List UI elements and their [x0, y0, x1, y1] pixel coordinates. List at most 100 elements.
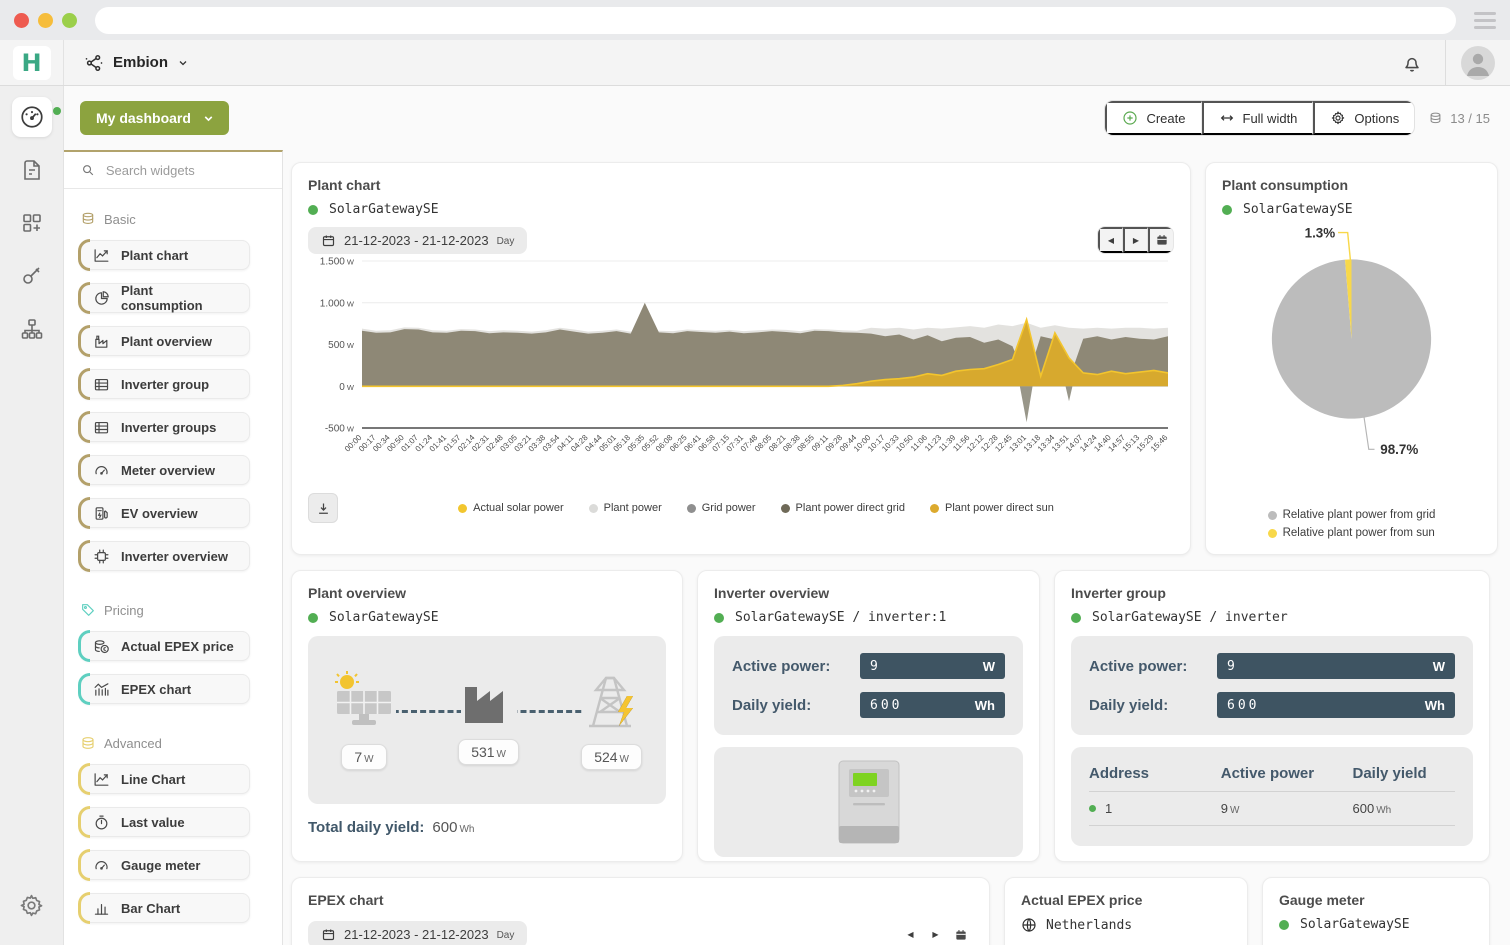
widget-item-ev-overview[interactable]: EV overview — [80, 498, 250, 528]
calendar-filled-icon — [954, 928, 968, 942]
active-indicator-dot — [53, 107, 61, 115]
legend-item-actual-solar-power[interactable]: Actual solar power — [458, 502, 564, 514]
nav-settings[interactable] — [12, 885, 52, 925]
legend-item[interactable]: Relative plant power from grid — [1268, 509, 1436, 521]
gear-icon — [1330, 110, 1346, 126]
nav-dashboard[interactable] — [12, 97, 52, 137]
widget-item-plant-chart[interactable]: Plant chart — [80, 240, 250, 270]
col-header-daily-yield: Daily yield — [1353, 759, 1456, 792]
legend-dot — [930, 504, 939, 513]
chart-nav: ◀ ▶ — [1097, 226, 1174, 254]
widget-title: Gauge meter — [1279, 892, 1473, 908]
grid-icon — [20, 211, 44, 235]
widget-plant-chart: Plant chart SolarGatewaySE — [291, 162, 1191, 555]
next-period-button[interactable]: ▶ — [1123, 227, 1148, 253]
calendar-button[interactable] — [948, 922, 973, 945]
widget-inverter-group: Inverter group SolarGatewaySE / inverter… — [1054, 570, 1490, 862]
create-button[interactable]: Create — [1105, 101, 1201, 135]
app-logo[interactable]: H — [13, 46, 51, 80]
nav-access-keys[interactable] — [12, 256, 52, 296]
device-name: SolarGatewaySE — [1243, 202, 1353, 217]
pie-legend: Relative plant power from grid Relative … — [1268, 509, 1436, 539]
solar-panel-icon — [332, 670, 396, 730]
widget-item-bar-chart[interactable]: Bar Chart — [80, 893, 250, 923]
toolbar-actions: Create Full width — [1104, 100, 1415, 136]
legend-dot — [1268, 511, 1277, 520]
notifications-button[interactable] — [1379, 52, 1445, 74]
browser-menu-icon[interactable] — [1474, 12, 1496, 29]
zoom-button[interactable] — [62, 13, 77, 28]
database-icon — [80, 735, 96, 751]
device-name: SolarGatewaySE — [1300, 917, 1410, 932]
next-period-button[interactable]: ▶ — [923, 922, 948, 945]
bar-chart-icon — [93, 900, 110, 917]
browser-chrome — [0, 0, 1510, 40]
url-bar[interactable] — [95, 7, 1456, 34]
pie-label-grid: 98.7% — [1380, 442, 1418, 457]
widget-inverter-overview: Inverter overview SolarGatewaySE / inver… — [697, 570, 1040, 862]
line-chart-icon — [93, 771, 110, 788]
plant-power-value: 531W — [458, 739, 519, 765]
widget-item-inverter-group[interactable]: Inverter group — [80, 369, 250, 399]
device-name: SolarGatewaySE — [329, 610, 439, 625]
widget-item-epex-chart[interactable]: EPEX chart — [80, 674, 250, 704]
plant-power-area-chart: 1.500 W1.000 W500 W0 W-500 W00:0000:1700… — [308, 254, 1174, 488]
widget-count: 13 / 15 — [1428, 111, 1490, 126]
nav-widgets[interactable] — [12, 203, 52, 243]
options-button[interactable]: Options — [1313, 101, 1414, 135]
app-header: H Embion — [0, 40, 1510, 86]
minimize-button[interactable] — [38, 13, 53, 28]
row-status-dot — [1089, 805, 1096, 812]
solar-power-value: 7W — [341, 744, 386, 770]
user-avatar[interactable] — [1461, 46, 1495, 80]
widget-item-actual-epex-price[interactable]: €Actual EPEX price — [80, 631, 250, 661]
legend-item-plant-power-direct-grid[interactable]: Plant power direct grid — [781, 502, 905, 514]
total-daily-yield: Total daily yield: 600Wh — [308, 819, 666, 836]
date-range-picker[interactable]: 21-12-2023 - 21-12-2023 Day — [308, 227, 527, 254]
nav-rail — [0, 86, 64, 945]
grid-power-value: 524W — [581, 744, 642, 770]
y-tick-label: 1.500 W — [320, 257, 355, 268]
widget-item-meter-overview[interactable]: Meter overview — [80, 455, 250, 485]
legend-item-plant-power[interactable]: Plant power — [589, 502, 662, 514]
table-row[interactable]: 1 9W 600Wh — [1089, 792, 1455, 826]
device-name: SolarGatewaySE — [329, 202, 439, 217]
y-tick-label: -500 W — [325, 424, 355, 435]
header-right — [1379, 40, 1510, 85]
bell-icon — [1401, 52, 1423, 74]
kv-label: Daily yield: — [1089, 697, 1217, 714]
dashboard-selector-button[interactable]: My dashboard — [80, 101, 229, 135]
legend-item-grid-power[interactable]: Grid power — [687, 502, 756, 514]
kv-label: Active power: — [1089, 658, 1217, 675]
widget-item-gauge-meter[interactable]: Gauge meter — [80, 850, 250, 880]
legend-item[interactable]: Relative plant power from sun — [1268, 527, 1435, 539]
prev-period-button[interactable]: ◀ — [898, 922, 923, 945]
calendar-icon — [321, 233, 336, 248]
dashboard-canvas: Plant chart SolarGatewaySE — [283, 150, 1510, 945]
legend-item-plant-power-direct-sun[interactable]: Plant power direct sun — [930, 502, 1054, 514]
consumption-pie-chart: 1.3%98.7% — [1222, 219, 1481, 507]
widget-item-last-value[interactable]: Last value — [80, 807, 250, 837]
full-width-button[interactable]: Full width — [1202, 101, 1314, 135]
col-header-active-power: Active power — [1221, 759, 1353, 792]
close-button[interactable] — [14, 13, 29, 28]
kv-label: Active power: — [732, 658, 860, 675]
calendar-button[interactable] — [1148, 227, 1173, 253]
org-selector[interactable]: Embion — [64, 40, 189, 85]
nav-invoices[interactable] — [12, 150, 52, 190]
widget-item-plant-consumption[interactable]: Plant consumption — [80, 283, 250, 313]
widget-gauge-meter: Gauge meter SolarGatewaySE — [1262, 877, 1490, 945]
widget-item-inverter-groups[interactable]: Inverter groups — [80, 412, 250, 442]
prev-period-button[interactable]: ◀ — [1098, 227, 1123, 253]
date-range-picker[interactable]: 21-12-2023 - 21-12-2023 Day — [308, 921, 527, 945]
calendar-filled-icon — [1155, 233, 1169, 247]
widget-item-plant-overview[interactable]: Plant overview — [80, 326, 250, 356]
search-input[interactable] — [106, 163, 265, 178]
nav-sitemap[interactable] — [12, 309, 52, 349]
download-chart-button[interactable] — [308, 493, 338, 523]
status-dot-online — [1222, 205, 1232, 215]
chip-icon — [93, 548, 110, 565]
widget-item-inverter-overview[interactable]: Inverter overview — [80, 541, 250, 571]
widget-item-line-chart[interactable]: Line Chart — [80, 764, 250, 794]
status-dot-online — [1071, 613, 1081, 623]
